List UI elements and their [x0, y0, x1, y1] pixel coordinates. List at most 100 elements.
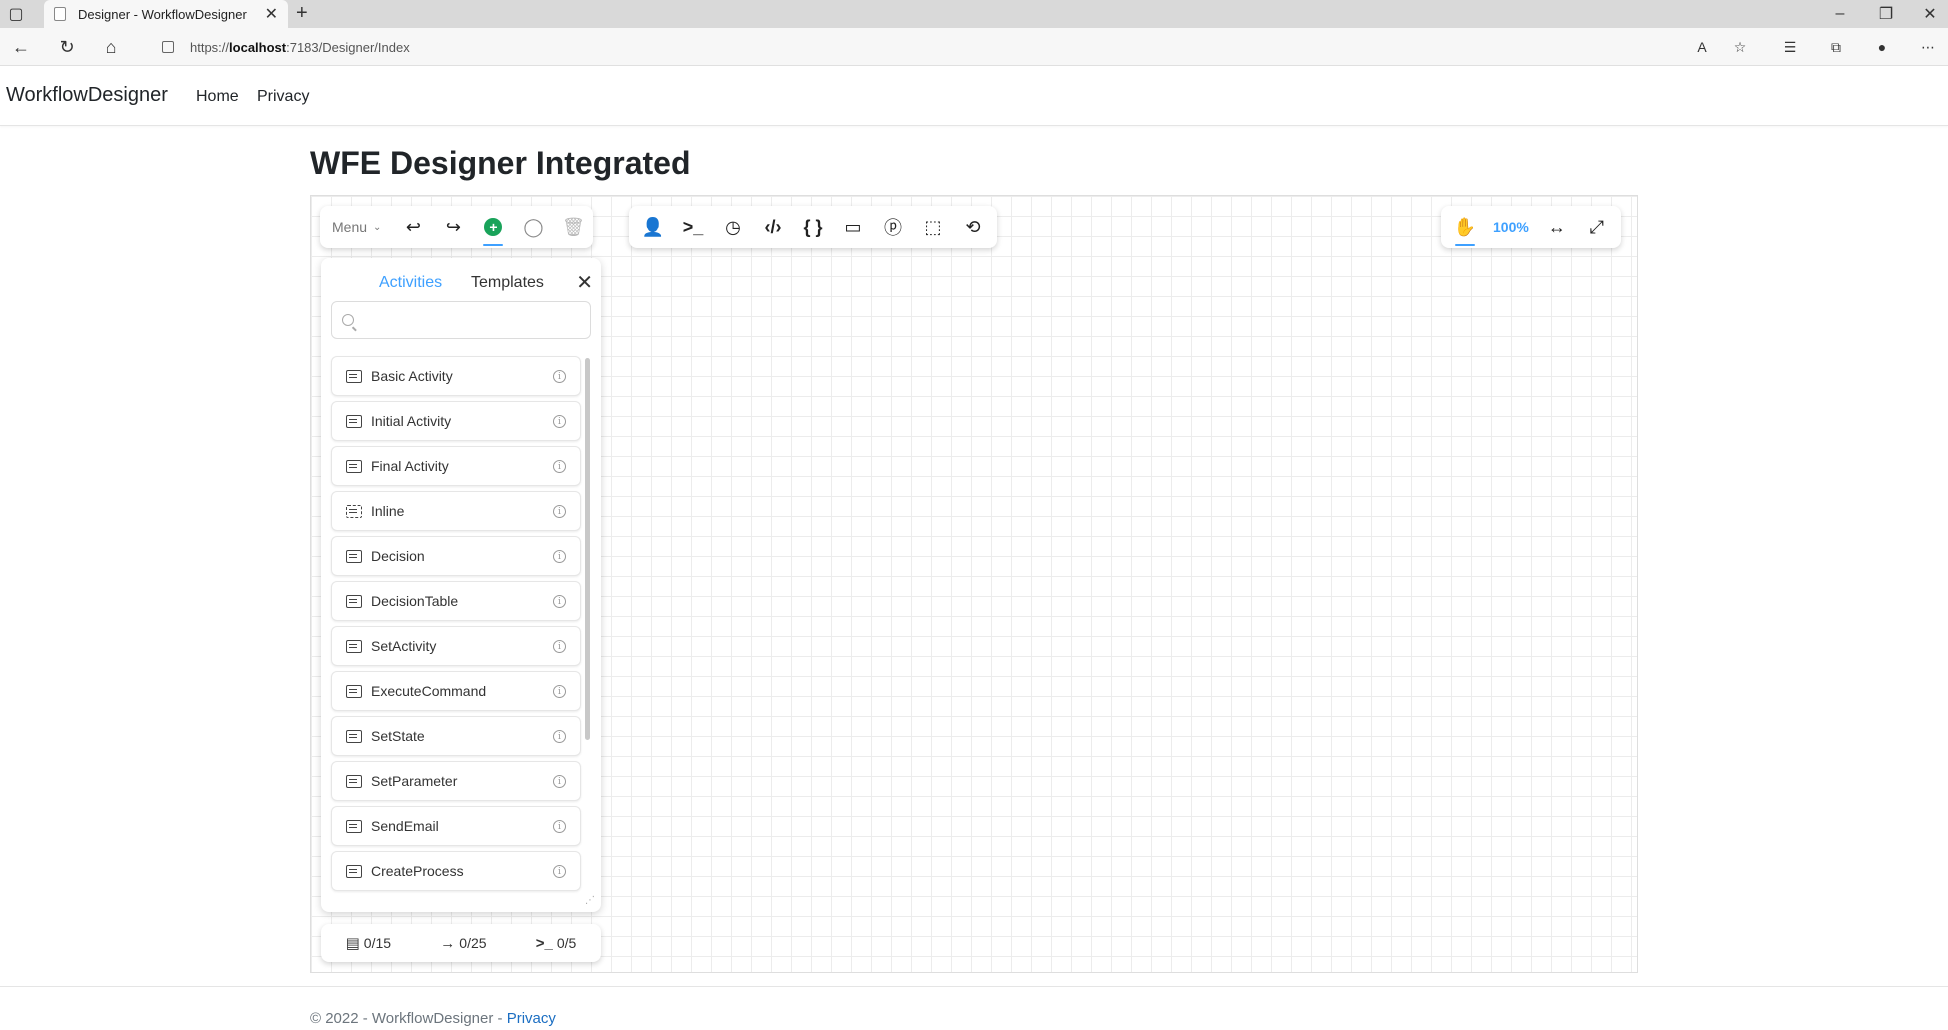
undo-icon[interactable]: ↩	[393, 206, 433, 248]
favorites-icon[interactable]: ☰	[1778, 36, 1802, 58]
tab-templates[interactable]: Templates	[471, 274, 544, 292]
delete-icon[interactable]: 🗑	[553, 206, 593, 248]
add-element-button[interactable]: +	[473, 206, 513, 248]
tab-actions-icon[interactable]: ▢	[6, 4, 26, 24]
fit-width-icon[interactable]: ↔	[1537, 206, 1577, 248]
brand-link[interactable]: WorkflowDesigner	[6, 84, 168, 107]
chevron-down-icon: ⌄	[373, 221, 382, 233]
info-icon[interactable]: i	[553, 505, 566, 518]
activity-item-execute-command[interactable]: ExecuteCommand i	[331, 671, 581, 711]
zoom-level[interactable]: 100%	[1485, 219, 1537, 235]
add-favorite-icon[interactable]: ☆	[1728, 36, 1752, 58]
activity-item-send-email[interactable]: SendEmail i	[331, 806, 581, 846]
command-prompt-icon: >_	[535, 934, 553, 952]
inline-icon	[346, 504, 362, 518]
info-icon[interactable]: i	[553, 370, 566, 383]
read-aloud-icon[interactable]: A	[1690, 36, 1714, 58]
new-tab-icon[interactable]: +	[296, 2, 308, 25]
url-prefix: https://	[190, 39, 230, 55]
info-icon[interactable]: i	[553, 730, 566, 743]
info-icon[interactable]: i	[553, 595, 566, 608]
search-box	[331, 301, 591, 339]
activity-item-initial-activity[interactable]: Initial Activity i	[331, 401, 581, 441]
tab-activities[interactable]: Activities	[379, 274, 442, 292]
view-toolbar: ✋ 100% ↔ ⤢	[1441, 206, 1621, 248]
info-icon[interactable]: i	[553, 820, 566, 833]
info-icon[interactable]: i	[553, 640, 566, 653]
search-input[interactable]	[362, 305, 582, 335]
nav-privacy-link[interactable]: Privacy	[257, 88, 309, 106]
activity-item-final-activity[interactable]: Final Activity i	[331, 446, 581, 486]
window-close-icon[interactable]: ✕	[1920, 4, 1940, 24]
selection-icon[interactable]: ⬚	[913, 206, 953, 248]
lock-icon	[162, 41, 174, 53]
page-favicon-icon	[54, 7, 66, 21]
minimize-icon[interactable]: –	[1830, 4, 1850, 24]
main-toolbar: Menu ⌄ ↩ ↪ + ◯ 🗑	[320, 206, 594, 248]
info-icon[interactable]: i	[553, 415, 566, 428]
activity-label: SetParameter	[371, 773, 458, 789]
collections-icon[interactable]: ⧉	[1824, 36, 1848, 58]
timers-icon[interactable]: ◷	[713, 206, 753, 248]
info-icon[interactable]: i	[553, 685, 566, 698]
designer-canvas[interactable]: Menu ⌄ ↩ ↪ + ◯ 🗑 👤 >_ ◷ ‹/› { } ▭ ⓟ ⬚ ⟲ …	[310, 195, 1638, 973]
history-icon[interactable]: ⟲	[953, 206, 993, 248]
comments-icon[interactable]: ▭	[833, 206, 873, 248]
restore-icon[interactable]: ❐	[1876, 4, 1896, 24]
activity-item-decision[interactable]: Decision i	[331, 536, 581, 576]
panel-tabs: Activities Templates ✕	[321, 268, 601, 298]
activity-item-basic-activity[interactable]: Basic Activity i	[331, 356, 581, 396]
info-icon[interactable]: i	[553, 865, 566, 878]
activity-item-decision-table[interactable]: DecisionTable i	[331, 581, 581, 621]
info-icon[interactable]: i	[553, 460, 566, 473]
fullscreen-icon[interactable]: ⤢	[1577, 206, 1617, 248]
set-activity-icon	[346, 639, 362, 653]
initial-activity-icon	[346, 414, 362, 428]
close-icon[interactable]: ✕	[576, 270, 593, 295]
info-icon[interactable]: i	[553, 550, 566, 563]
footer: © 2022 - WorkflowDesigner - Privacy	[310, 1010, 556, 1027]
activity-item-set-parameter[interactable]: SetParameter i	[331, 761, 581, 801]
back-icon[interactable]: ←	[8, 34, 34, 60]
commands-counter: >_ 0/5	[536, 935, 577, 952]
element-counters: ▤ 0/15 → 0/25 >_ 0/5	[321, 924, 601, 962]
parameters-icon[interactable]: { }	[793, 206, 833, 248]
activity-item-set-state[interactable]: SetState i	[331, 716, 581, 756]
decision-table-icon	[346, 594, 362, 608]
resize-grip-icon[interactable]: ⋰	[585, 895, 595, 906]
activity-label: ExecuteCommand	[371, 683, 487, 699]
browser-tab[interactable]: Designer - WorkflowDesigner ✕	[44, 0, 288, 28]
activity-count-icon: ▤	[345, 935, 360, 952]
url-field[interactable]: https://localhost:7183/Designer/Index	[150, 34, 1750, 60]
activity-item-inline[interactable]: Inline i	[331, 491, 581, 531]
actors-icon[interactable]: 👤	[633, 206, 673, 248]
process-info-icon[interactable]: ⓟ	[873, 206, 913, 248]
info-icon[interactable]: i	[553, 775, 566, 788]
activity-label: SetActivity	[371, 638, 437, 654]
commands-icon[interactable]: >_	[673, 206, 713, 248]
site-navbar: WorkflowDesigner Home Privacy	[0, 66, 1948, 126]
pan-hand-icon[interactable]: ✋	[1445, 206, 1485, 248]
activities-count: 0/15	[363, 935, 392, 951]
refresh-icon[interactable]: ↻	[54, 34, 80, 60]
home-icon[interactable]: ⌂	[98, 34, 124, 60]
activity-item-set-activity[interactable]: SetActivity i	[331, 626, 581, 666]
footer-privacy-link[interactable]: Privacy	[507, 1010, 556, 1027]
tab-close-icon[interactable]: ✕	[265, 4, 278, 24]
code-actions-icon[interactable]: ‹/›	[753, 206, 793, 248]
activity-label: SetState	[371, 728, 425, 744]
activity-label: Final Activity	[371, 458, 449, 474]
more-options-icon[interactable]: ⋯	[1916, 36, 1940, 58]
toggle-icon[interactable]: ◯	[513, 206, 553, 248]
activity-item-create-process[interactable]: CreateProcess i	[331, 851, 581, 891]
profile-avatar-icon[interactable]: ●	[1870, 36, 1894, 58]
nav-home-link[interactable]: Home	[196, 88, 239, 106]
redo-icon[interactable]: ↪	[433, 206, 473, 248]
browser-tabstrip: ▢ Designer - WorkflowDesigner ✕ + – ❐ ✕	[0, 0, 1948, 28]
panel-scrollbar[interactable]	[585, 358, 590, 740]
search-icon	[342, 314, 354, 326]
activity-label: Decision	[371, 548, 425, 564]
transitions-count: 0/25	[459, 935, 487, 951]
activities-panel: Activities Templates ✕ Basic Activity i …	[321, 258, 601, 912]
menu-dropdown[interactable]: Menu ⌄	[320, 206, 393, 248]
